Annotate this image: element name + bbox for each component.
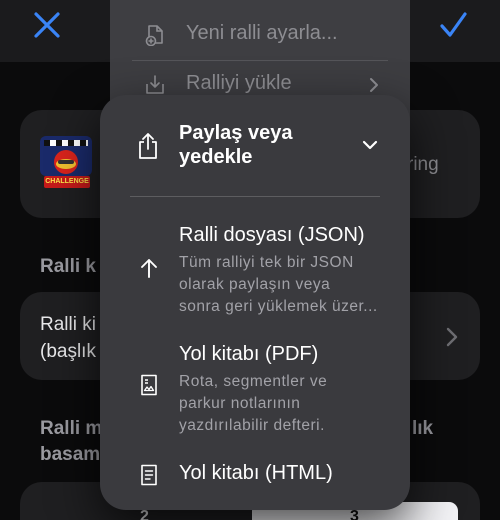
download-tray-icon [146,75,164,94]
doc-plus-icon [145,25,163,46]
submenu-title: Paylaş veya yedekle [179,122,293,168]
desc-line: yazdırılabilir defteri. [179,417,325,434]
menu-item-label: Ralliyi yükle [186,72,292,94]
chevron-right-icon [446,327,458,347]
truncated-text: ring [407,154,439,175]
field-label-line1: Ralli ki [40,314,96,335]
section-label: Ralli k [40,256,96,277]
menu-item-description: Tüm ralliyi tek bir JSON olarak paylaşın… [179,252,389,318]
submenu-divider [130,196,380,197]
section-label-2-suffix: lık [412,418,434,439]
text-doc-icon [141,464,157,486]
menu-item-title: Yol kitabı (HTML) [179,462,333,484]
desc-line: Tüm ralliyi tek bir JSON [179,254,354,271]
desc-line: sonra geri yüklemek üzer... [179,298,378,315]
menu-item-json[interactable]: Ralli dosyası (JSON) Tüm ralliyi tek bir… [100,224,410,316]
chevron-right-icon [370,78,378,92]
menu-item-html[interactable]: Yol kitabı (HTML) [100,462,410,502]
close-icon[interactable] [30,8,64,42]
menu-item-pdf[interactable]: Yol kitabı (PDF) Rota, segmentler ve par… [100,343,410,435]
menu-item-description: Rota, segmentler ve parkur notlarının ya… [179,371,389,437]
section-label-2-line1: Ralli m [40,418,103,439]
share-submenu: Paylaş veya yedekle Ralli dosyası (JSON)… [100,95,410,510]
chevron-down-icon [362,140,378,150]
menu-divider [132,60,388,61]
field-label-line2: (başlık [40,341,96,362]
logo-caption: CHALLENGE [44,176,90,188]
menu-item-label: Yeni ralli ayarla... [186,22,338,44]
arrow-up-icon [141,259,157,278]
submenu-header[interactable]: Paylaş veya yedekle [100,95,410,195]
desc-line: parkur notlarının [179,395,301,412]
pdf-doc-icon [141,374,157,396]
menu-item-title: Yol kitabı (PDF) [179,343,319,365]
menu-item-new-rally[interactable]: Yeni ralli ayarla... [110,12,410,56]
menu-item-title: Ralli dosyası (JSON) [179,224,365,246]
share-icon [139,133,157,159]
checkmark-icon[interactable] [436,8,470,42]
section-label-2-line2: basam [40,444,101,465]
desc-line: olarak paylaşın veya [179,276,331,293]
desc-line: Rota, segmentler ve [179,373,328,390]
